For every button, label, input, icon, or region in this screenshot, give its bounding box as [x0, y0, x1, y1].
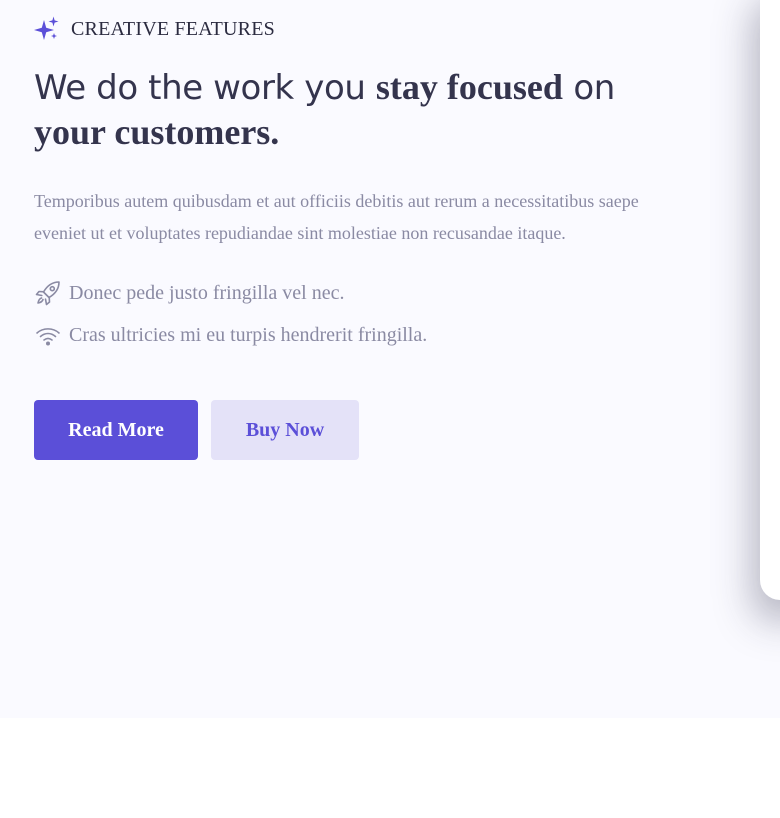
side-panel-shadow	[760, 0, 780, 600]
section-description: Temporibus autem quibusdam et aut offici…	[34, 191, 639, 243]
feature-item: Cras ultricies mi eu turpis hendrerit fr…	[34, 320, 427, 350]
feature-list: Donec pede justo fringilla vel nec. Cras…	[34, 278, 427, 362]
page-title: We do the work you stay focused on your c…	[34, 65, 674, 155]
headline-part-1: We do the work you	[34, 68, 376, 108]
headline-part-4: your customers.	[34, 112, 280, 152]
headline-part-3: on	[562, 68, 615, 108]
rocket-icon	[34, 279, 62, 307]
feature-text: Cras ultricies mi eu turpis hendrerit fr…	[69, 324, 428, 346]
feature-text: Donec pede justo fringilla vel nec.	[69, 282, 345, 304]
buy-now-button[interactable]: Buy Now	[211, 400, 359, 460]
features-section: CREATIVE FEATURES We do the work you sta…	[0, 0, 780, 718]
headline-highlight: stay focused	[375, 67, 563, 107]
read-more-button[interactable]: Read More	[34, 400, 198, 460]
wifi-icon	[34, 321, 62, 349]
sparkles-icon	[33, 16, 60, 43]
eyebrow-label: CREATIVE FEATURES	[71, 18, 275, 40]
section-eyebrow: CREATIVE FEATURES	[33, 15, 275, 43]
feature-item: Donec pede justo fringilla vel nec.	[34, 278, 427, 308]
